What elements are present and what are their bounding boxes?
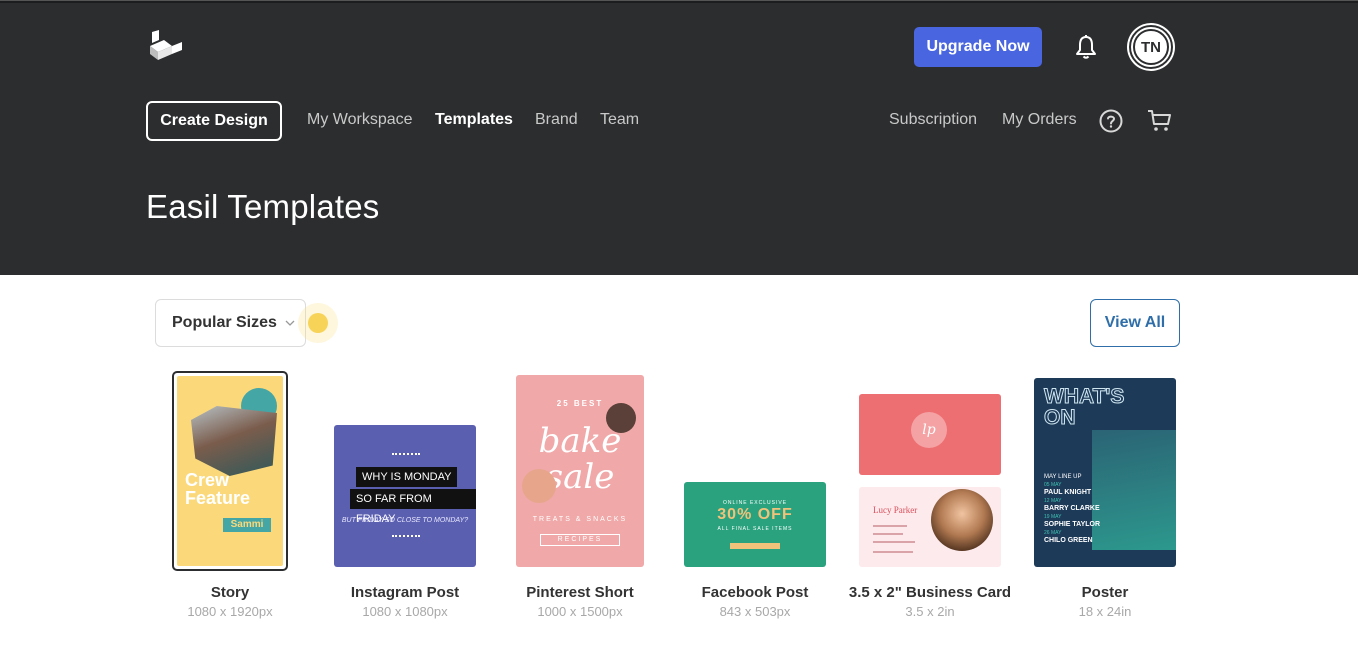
- preview-tag: Sammi: [223, 518, 271, 532]
- preview-headline: WHAT'S ON: [1043, 385, 1125, 429]
- text-line: [873, 551, 913, 553]
- chevron-down-icon: [285, 320, 295, 326]
- avatar-initials: TN: [1133, 29, 1169, 65]
- template-size-poster: 18 x 24in: [1078, 604, 1132, 619]
- lineup-title: MAY LINE UP: [1044, 474, 1082, 480]
- act-date: 05 MAY: [1044, 482, 1062, 488]
- template-thumb-poster[interactable]: WHAT'S ON MAY LINE UP 05 MAY PAUL KNIGHT …: [1034, 378, 1176, 567]
- act-name: PAUL KNIGHT: [1044, 489, 1092, 496]
- template-name-business-card[interactable]: 3.5 x 2" Business Card: [830, 584, 1030, 601]
- create-design-button[interactable]: Create Design: [146, 101, 282, 141]
- zigzag-decoration: [392, 535, 420, 543]
- nav-brand[interactable]: Brand: [535, 111, 578, 129]
- nav-subscription[interactable]: Subscription: [889, 111, 977, 129]
- preview-photo: [931, 489, 993, 551]
- preview-photo: [191, 406, 277, 476]
- bell-icon[interactable]: [1074, 34, 1098, 60]
- text-line: [873, 541, 915, 543]
- template-thumb-instagram-post[interactable]: WHY IS MONDAY SO FAR FROM FRIDAY BUT FRI…: [334, 425, 476, 567]
- preview-line1: WHY IS MONDAY: [356, 467, 458, 487]
- preview-mid: TREATS & SNACKS: [532, 516, 628, 523]
- template-name-instagram-post[interactable]: Instagram Post: [305, 584, 505, 601]
- upgrade-now-button[interactable]: Upgrade Now: [914, 27, 1042, 67]
- template-name-story[interactable]: Story: [130, 584, 330, 601]
- preview-person: Lucy Parker: [873, 505, 918, 515]
- nav-team[interactable]: Team: [600, 111, 639, 129]
- act-name: SOPHIE TAYLOR: [1044, 521, 1101, 528]
- preview-headline: Crew Feature: [185, 470, 251, 508]
- act-date: 26 MAY: [1044, 530, 1062, 536]
- template-size-story: 1080 x 1920px: [187, 604, 273, 619]
- preview-lineup: MAY LINE UP 05 MAY PAUL KNIGHT 12 MAY BA…: [1044, 473, 1100, 545]
- template-size-instagram-post: 1080 x 1080px: [362, 604, 448, 619]
- story-preview: Crew Feature Sammi: [177, 376, 283, 566]
- preview-sub: ALL FINAL SALE ITEMS: [717, 526, 793, 532]
- preview-sub: BUT FRIDAY SO CLOSE TO MONDAY?: [341, 517, 469, 524]
- text-line: [873, 533, 903, 535]
- nav-templates[interactable]: Templates: [435, 111, 513, 129]
- popular-sizes-dropdown[interactable]: Popular Sizes: [155, 299, 306, 347]
- hint-hotspot[interactable]: [298, 303, 338, 343]
- text-line: [873, 525, 907, 527]
- user-avatar[interactable]: TN: [1129, 25, 1173, 69]
- view-all-button[interactable]: View All: [1090, 299, 1180, 347]
- page-title: Easil Templates: [146, 188, 380, 225]
- nav-my-workspace[interactable]: My Workspace: [307, 111, 413, 129]
- template-thumb-business-card-back[interactable]: Lucy Parker: [859, 487, 1001, 567]
- easil-logo-icon[interactable]: [148, 30, 184, 64]
- preview-button: RECIPES: [540, 534, 620, 546]
- template-thumb-facebook-post[interactable]: ONLINE EXCLUSIVE 30% OFF ALL FINAL SALE …: [684, 482, 826, 567]
- act-date: 12 MAY: [1044, 498, 1062, 504]
- cart-icon[interactable]: [1146, 108, 1172, 134]
- preview-headline: 30% OFF: [717, 506, 793, 523]
- template-name-poster[interactable]: Poster: [1005, 584, 1205, 601]
- template-size-pinterest-short: 1000 x 1500px: [537, 604, 623, 619]
- template-size-business-card: 3.5 x 2in: [905, 604, 955, 619]
- preview-photo: [1092, 430, 1176, 550]
- preview-monogram: lp: [911, 412, 947, 448]
- template-name-facebook-post[interactable]: Facebook Post: [655, 584, 855, 601]
- template-thumb-pinterest-short[interactable]: 25 BEST bake sale TREATS & SNACKS RECIPE…: [516, 375, 644, 567]
- donut-image: [522, 469, 556, 503]
- act-name: CHILO GREEN: [1044, 537, 1093, 544]
- preview-button: [730, 543, 780, 549]
- template-thumb-business-card-front[interactable]: lp: [859, 394, 1001, 475]
- zigzag-decoration: [392, 453, 420, 461]
- preview-top: 25 BEST: [556, 399, 604, 408]
- template-thumb-story[interactable]: Crew Feature Sammi: [172, 371, 288, 571]
- template-size-facebook-post: 843 x 503px: [719, 604, 791, 619]
- act-name: BARRY CLARKE: [1044, 505, 1100, 512]
- act-date: 19 MAY: [1044, 514, 1062, 520]
- dropdown-label: Popular Sizes: [172, 314, 277, 331]
- preview-line2: SO FAR FROM FRIDAY: [350, 489, 476, 525]
- template-name-pinterest-short[interactable]: Pinterest Short: [480, 584, 680, 601]
- nav-my-orders[interactable]: My Orders: [1002, 111, 1077, 129]
- help-icon[interactable]: [1099, 109, 1123, 133]
